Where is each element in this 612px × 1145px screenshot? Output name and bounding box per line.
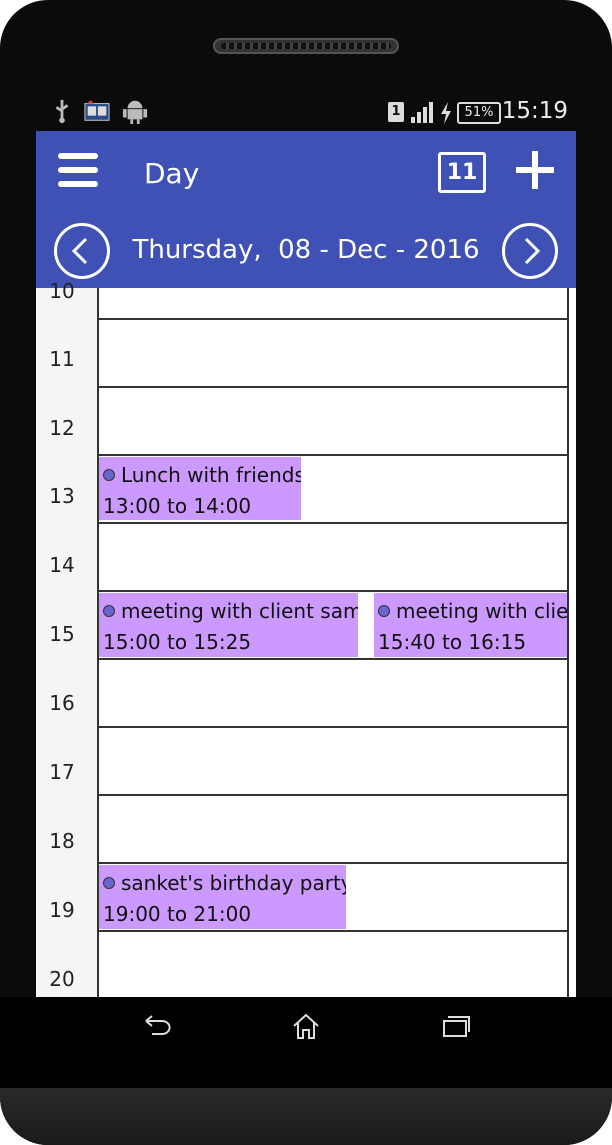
battery-icon: 51% [457, 102, 501, 124]
phone-frame: 1 51% 15:19 Day 11 Thursday, 08 - Dec - … [0, 0, 612, 1145]
hour-divider [98, 726, 568, 728]
hour-label: 13 [49, 484, 75, 508]
event-time: 15:00 to 15:25 [103, 630, 252, 654]
hour-label: 10 [49, 279, 75, 303]
hour-divider [98, 794, 568, 796]
event-dot-icon [103, 605, 115, 617]
event-dot-icon [103, 877, 115, 889]
hour-label: 20 [49, 967, 75, 991]
hour-divider [98, 930, 568, 932]
charging-icon [441, 102, 451, 124]
event-dot-icon [378, 605, 390, 617]
timeline-right-border [567, 288, 569, 997]
hour-divider [98, 318, 568, 320]
hour-label: 18 [49, 829, 75, 853]
event-card[interactable]: Lunch with friends 13:00 to 14:00 [99, 457, 301, 520]
view-title: Day [144, 157, 200, 190]
app-screen: Day 11 Thursday, 08 - Dec - 2016 10 11 1… [36, 131, 576, 997]
recents-icon[interactable] [441, 1012, 471, 1042]
status-bar: 1 51% 15:19 [36, 92, 576, 132]
hour-label: 19 [49, 898, 75, 922]
home-icon[interactable] [291, 1012, 321, 1042]
date-bar: Thursday, 08 - Dec - 2016 [36, 215, 576, 288]
app-bar: Day 11 [36, 131, 576, 215]
hour-label: 15 [49, 622, 75, 646]
event-card[interactable]: meeting with client 15:40 to 16:15 [374, 593, 567, 657]
hour-label: 11 [49, 347, 75, 371]
hour-divider [98, 658, 568, 660]
hour-label: 17 [49, 760, 75, 784]
today-button[interactable]: 11 [438, 152, 486, 193]
sim-icon: 1 [388, 102, 404, 122]
system-nav-bar [0, 997, 612, 1088]
book-icon [84, 99, 110, 121]
next-day-button[interactable] [502, 223, 558, 279]
event-time: 19:00 to 21:00 [103, 902, 252, 926]
current-date: Thursday, 08 - Dec - 2016 [132, 235, 480, 265]
hour-label: 12 [49, 416, 75, 440]
hamburger-icon[interactable] [58, 153, 98, 193]
back-icon[interactable] [142, 1012, 172, 1042]
phone-chin [0, 1088, 612, 1145]
earpiece-speaker [213, 38, 399, 54]
event-title: meeting with client [396, 599, 567, 623]
hour-divider [98, 522, 568, 524]
hour-divider [98, 454, 568, 456]
hour-divider [98, 386, 568, 388]
event-time: 15:40 to 16:15 [378, 630, 527, 654]
hour-label: 14 [49, 553, 75, 577]
event-card[interactable]: meeting with client samir 15:00 to 15:25 [99, 593, 358, 657]
day-timeline[interactable]: 10 11 12 13 14 15 16 17 18 19 20 Lunch w… [36, 279, 576, 997]
event-dot-icon [103, 469, 115, 481]
usb-icon [55, 99, 69, 124]
signal-icon [411, 102, 433, 123]
hour-divider [98, 862, 568, 864]
event-title: meeting with client samir [121, 599, 358, 623]
hour-label: 16 [49, 691, 75, 715]
android-icon [122, 100, 148, 124]
hour-divider [98, 590, 568, 592]
plus-icon[interactable] [514, 149, 556, 191]
event-title: Lunch with friends [121, 463, 301, 487]
clock: 15:19 [501, 98, 568, 124]
event-title: sanket's birthday party [121, 871, 346, 895]
chevron-right-icon [524, 237, 541, 265]
event-card[interactable]: sanket's birthday party 19:00 to 21:00 [99, 865, 346, 929]
event-time: 13:00 to 14:00 [103, 494, 252, 518]
